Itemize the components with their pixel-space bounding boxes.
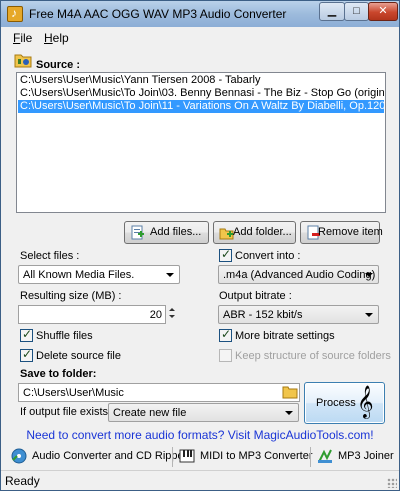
select-files-label: Select files : xyxy=(20,250,80,262)
convert-format-dropdown[interactable]: .m4a (Advanced Audio Coding) xyxy=(218,265,379,284)
output-exists-label: If output file exists: xyxy=(20,406,112,418)
more-bitrate-checkbox[interactable] xyxy=(219,327,232,342)
divider xyxy=(310,447,311,467)
add-folder-button[interactable]: Add folder... xyxy=(213,221,296,244)
arrow-down-icon[interactable] xyxy=(169,315,175,318)
chevron-down-icon xyxy=(285,411,293,415)
menu-help[interactable]: Help xyxy=(44,31,69,45)
audio-converter-label: Audio Converter and CD Ripper xyxy=(32,450,188,462)
save-folder-value: C:\Users\User\Music xyxy=(23,387,124,399)
browse-folder-icon[interactable] xyxy=(282,384,298,399)
mp3-joiner-link[interactable]: MP3 Joiner xyxy=(317,446,397,468)
audio-converter-link[interactable]: Audio Converter and CD Ripper xyxy=(11,446,187,468)
divider xyxy=(172,447,173,467)
shuffle-files-label: Shuffle files xyxy=(36,330,93,342)
more-bitrate-label: More bitrate settings xyxy=(235,330,335,342)
output-bitrate-label: Output bitrate : xyxy=(219,290,292,302)
close-button[interactable]: ✕ xyxy=(368,2,398,21)
list-item[interactable]: C:\Users\User\Music\Yann Tiersen 2008 - … xyxy=(18,74,384,87)
add-files-icon xyxy=(131,225,144,240)
output-bitrate-value: ABR - 152 kbit/s xyxy=(223,309,303,321)
add-files-button[interactable]: Add files... xyxy=(124,221,209,244)
midi-converter-label: MIDI to MP3 Converter xyxy=(200,450,313,462)
midi-converter-link[interactable]: MIDI to MP3 Converter xyxy=(179,446,312,468)
remove-item-label: Remove item xyxy=(318,226,383,238)
convert-format-value: .m4a (Advanced Audio Coding) xyxy=(223,269,376,281)
mp3-joiner-label: MP3 Joiner xyxy=(338,450,394,462)
output-exists-value: Create new file xyxy=(113,407,187,419)
output-bitrate-dropdown[interactable]: ABR - 152 kbit/s xyxy=(218,305,379,324)
keep-structure-label: Keep structure of source folders xyxy=(235,350,391,362)
save-to-folder-label: Save to folder: xyxy=(20,368,97,380)
convert-into-label: Convert into : xyxy=(235,250,301,262)
chevron-down-icon xyxy=(365,273,373,277)
arrow-up-icon[interactable] xyxy=(169,308,175,311)
maximize-button[interactable]: □ xyxy=(344,2,369,21)
audio-converter-icon xyxy=(11,448,27,464)
mp3-joiner-icon xyxy=(318,449,332,463)
piano-keys-icon xyxy=(179,449,195,463)
resulting-size-stepper[interactable] xyxy=(166,305,179,322)
select-files-dropdown[interactable]: All Known Media Files. xyxy=(18,265,180,284)
delete-source-checkbox[interactable] xyxy=(20,347,33,362)
app-window: Free M4A AAC OGG WAV MP3 Audio Converter… xyxy=(0,0,400,491)
process-label: Process xyxy=(316,397,356,409)
minimize-button[interactable]: ▁ xyxy=(319,2,345,21)
chevron-down-icon xyxy=(166,273,174,277)
title-bar[interactable]: Free M4A AAC OGG WAV MP3 Audio Converter… xyxy=(1,1,399,27)
add-files-label: Add files... xyxy=(150,226,202,238)
save-folder-input[interactable]: C:\Users\User\Music xyxy=(18,383,300,402)
window-title: Free M4A AAC OGG WAV MP3 Audio Converter xyxy=(29,7,287,21)
convert-into-checkbox[interactable] xyxy=(219,247,232,262)
status-text: Ready xyxy=(5,474,40,488)
output-exists-dropdown[interactable]: Create new file xyxy=(108,403,299,422)
source-file-list[interactable]: C:\Users\User\Music\Yann Tiersen 2008 - … xyxy=(16,72,386,213)
resulting-size-value: 20 xyxy=(149,309,162,321)
resulting-size-input[interactable]: 20 xyxy=(18,305,166,324)
list-item-selected[interactable]: C:\Users\User\Music\To Join\11 - Variati… xyxy=(18,100,384,113)
shuffle-files-checkbox[interactable] xyxy=(20,327,33,342)
status-bar: Ready xyxy=(1,470,399,490)
treble-clef-icon: 𝄞 xyxy=(357,385,374,418)
promo-link[interactable]: Need to convert more audio formats? Visi… xyxy=(1,428,399,442)
resize-grip-icon[interactable] xyxy=(387,478,397,488)
select-files-value: All Known Media Files. xyxy=(23,269,135,281)
app-icon xyxy=(7,6,23,22)
folder-music-icon xyxy=(14,54,32,68)
add-folder-label: Add folder... xyxy=(233,226,292,238)
tools-bar: Audio Converter and CD Ripper MIDI to MP… xyxy=(1,444,399,470)
keep-structure-checkbox[interactable] xyxy=(219,349,232,362)
process-button[interactable]: Process 𝄞 xyxy=(304,382,385,424)
delete-source-label: Delete source file xyxy=(36,350,121,362)
menu-file[interactable]: File xyxy=(13,31,32,45)
list-item[interactable]: C:\Users\User\Music\To Join\03. Benny Be… xyxy=(18,87,384,100)
chevron-down-icon xyxy=(365,313,373,317)
add-folder-icon xyxy=(219,228,234,240)
resulting-size-label: Resulting size (MB) : xyxy=(20,290,122,302)
remove-item-button[interactable]: Remove item xyxy=(300,221,383,244)
source-label: Source : xyxy=(36,59,81,71)
menu-bar: File Help xyxy=(1,28,399,47)
